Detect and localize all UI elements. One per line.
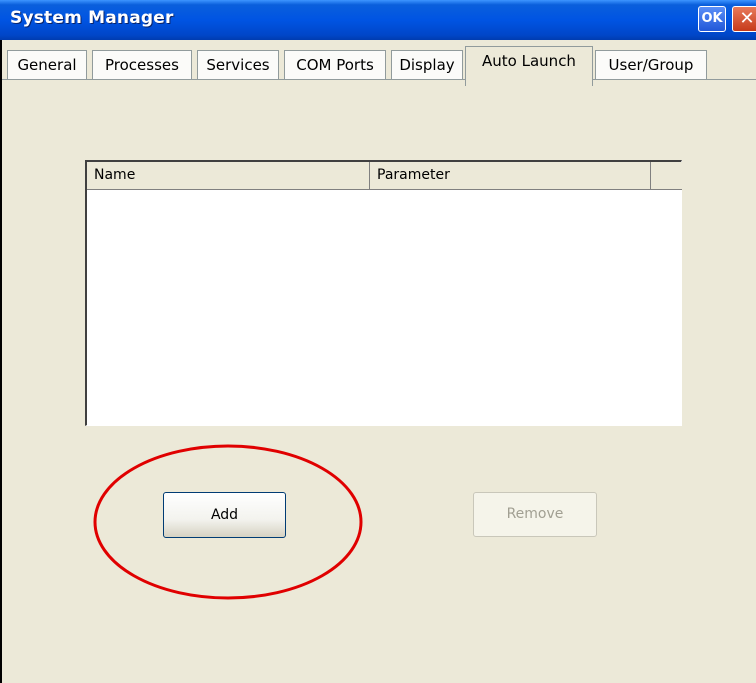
tab-display[interactable]: Display bbox=[391, 50, 463, 80]
system-manager-window: System Manager OK ✕ General Processes Se… bbox=[0, 0, 756, 683]
tab-processes[interactable]: Processes bbox=[92, 50, 192, 80]
tab-panel-border bbox=[2, 79, 756, 80]
remove-button: Remove bbox=[473, 492, 597, 537]
column-header-parameter[interactable]: Parameter bbox=[370, 162, 651, 189]
window-title: System Manager bbox=[10, 8, 174, 28]
ok-button[interactable]: OK bbox=[698, 6, 726, 32]
column-header-extra[interactable] bbox=[651, 162, 682, 189]
tab-user-group[interactable]: User/Group bbox=[595, 50, 707, 80]
tab-strip: General Processes Services COM Ports Dis… bbox=[0, 40, 756, 86]
window-left-edge bbox=[0, 40, 2, 683]
title-bar[interactable]: System Manager OK ✕ bbox=[0, 0, 756, 40]
tab-general[interactable]: General bbox=[7, 50, 87, 80]
tab-auto-launch[interactable]: Auto Launch bbox=[465, 46, 593, 86]
tab-com-ports[interactable]: COM Ports bbox=[284, 50, 386, 80]
column-header-name[interactable]: Name bbox=[87, 162, 370, 189]
tab-services[interactable]: Services bbox=[197, 50, 279, 80]
auto-launch-list[interactable]: Name Parameter bbox=[85, 160, 682, 426]
close-icon[interactable]: ✕ bbox=[732, 6, 756, 32]
add-button[interactable]: Add bbox=[163, 492, 286, 538]
list-header: Name Parameter bbox=[87, 162, 682, 190]
